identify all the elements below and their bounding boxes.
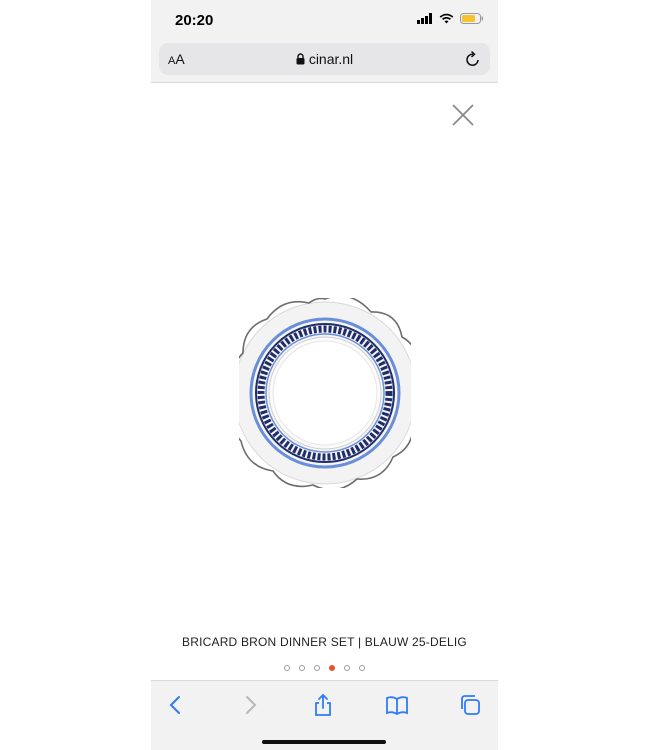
carousel-dot-active[interactable] [329,665,335,671]
url-display[interactable]: cinar.nl [159,51,490,67]
lock-icon [296,53,305,65]
address-bar-area: AA cinar.nl [151,40,498,83]
home-indicator [262,740,386,744]
lightbox-content: BRICARD BRON DINNER SET | BLAUW 25-DELIG [151,83,498,679]
phone-screen: 20:20 AA cinar.nl BRICARD BRON DINNER SE… [151,0,498,750]
product-caption: BRICARD BRON DINNER SET | BLAUW 25-DELIG [182,635,467,649]
url-text: cinar.nl [308,51,354,67]
carousel-dot[interactable] [344,665,350,671]
forward-icon[interactable] [238,693,262,717]
address-bar[interactable]: AA cinar.nl [159,43,490,75]
share-icon[interactable] [311,693,335,717]
status-time: 20:20 [175,12,214,29]
wifi-icon [439,13,454,24]
carousel-dot[interactable] [314,665,320,671]
status-icons [417,13,484,24]
status-bar: 20:20 [151,0,498,40]
battery-icon [460,13,483,24]
signal-icon [417,13,432,24]
bookmarks-icon[interactable] [385,693,409,717]
tabs-icon[interactable] [458,693,482,717]
close-icon[interactable] [451,103,475,127]
carousel-indicator [151,665,498,671]
reload-icon[interactable] [465,50,481,68]
back-icon[interactable] [164,693,188,717]
carousel-dot[interactable] [299,665,305,671]
carousel-dot[interactable] [284,665,290,671]
carousel-dot[interactable] [359,665,365,671]
product-image-plate [239,298,411,488]
